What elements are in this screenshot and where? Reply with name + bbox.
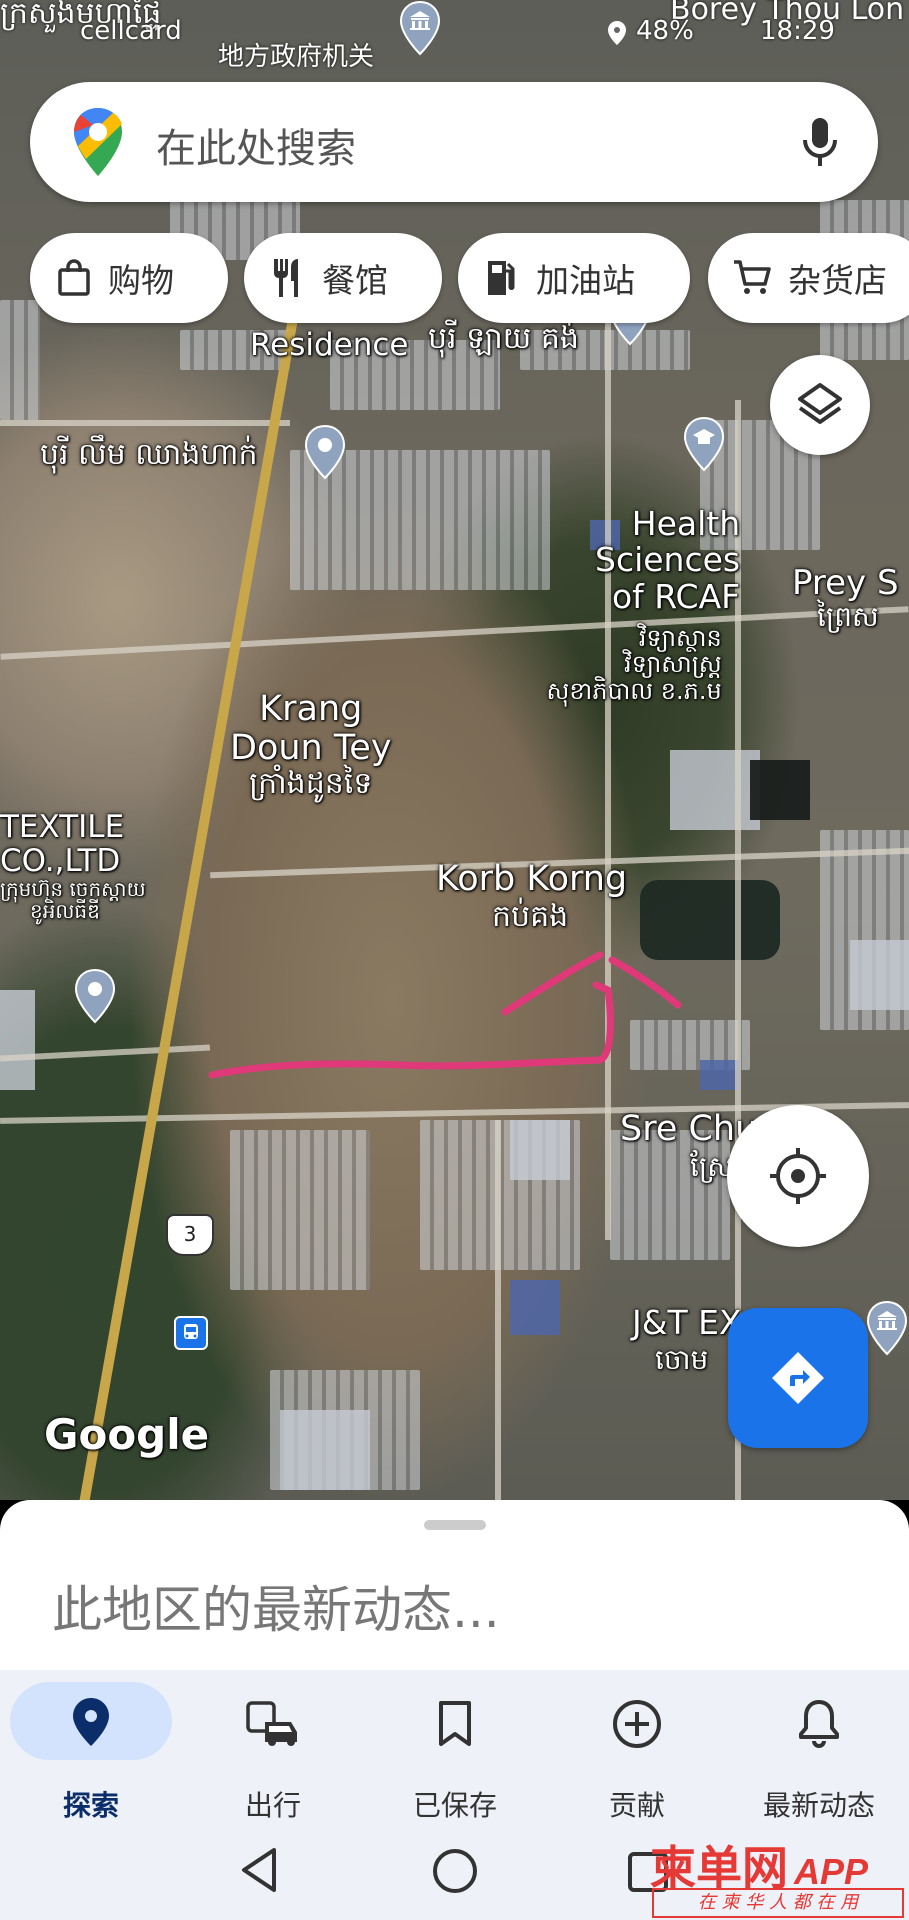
chip-grocery[interactable]: 杂货店: [708, 233, 909, 323]
nav-saved-label: 已保存: [412, 1789, 497, 1822]
shopping-bag-icon: [58, 259, 90, 296]
bell-icon: [799, 1700, 839, 1748]
nav-go-label: 出行: [244, 1789, 301, 1822]
chip-gas-stations-label: 加油站: [536, 261, 635, 300]
explore-pin-icon: [73, 1698, 109, 1746]
directions-button[interactable]: [728, 1308, 868, 1448]
map-label-textile-km: ក្រុមហ៊ុន ចេកស្ដាយ: [0, 877, 146, 902]
map-label-krang-line: Doun Tey: [230, 727, 392, 768]
map-label-health-line: of RCAF: [611, 576, 741, 616]
map-label-prey-line: Prey S: [792, 563, 899, 603]
place-pin-icon[interactable]: [303, 424, 347, 480]
map-label-textile-line: CO.,LTD: [0, 843, 121, 880]
bottom-sheet[interactable]: 此地区的最新动态...: [0, 1500, 909, 1670]
search-bar[interactable]: 在此处搜索: [30, 82, 878, 202]
nav-go[interactable]: 出行: [182, 1682, 364, 1822]
map-label-krang: Krang Doun Tey ក្រាំងដូនទៃ: [230, 690, 392, 800]
status-battery: 48%: [636, 16, 694, 46]
map-label-health: Health Sciences of RCAF: [595, 504, 741, 616]
map-label-korb: Korb Korng: [436, 859, 628, 899]
chip-shopping[interactable]: 购物: [30, 233, 228, 323]
add-circle-icon: [613, 1700, 661, 1748]
map-label-textile-km: ខូអិលធីឌី: [30, 899, 100, 924]
nav-updates-label: 最新动态: [762, 1789, 875, 1822]
layers-icon: [798, 383, 842, 424]
home-icon[interactable]: [432, 1848, 478, 1894]
place-pin-icon[interactable]: [73, 968, 117, 1024]
nav-explore[interactable]: 探索: [0, 1682, 182, 1822]
chip-grocery-label: 杂货店: [788, 261, 887, 300]
government-pin-icon[interactable]: [865, 1300, 909, 1356]
nav-saved[interactable]: 已保存: [364, 1682, 546, 1822]
watermark: 柬单网 APP 在 柬 华 人 都 在 用: [650, 1832, 905, 1920]
watermark-app-text: APP: [794, 1851, 869, 1892]
chip-restaurants-label: 餐馆: [322, 261, 388, 300]
fork-knife-icon: [274, 259, 298, 297]
cart-icon: [734, 260, 771, 294]
gas-pump-icon: [488, 261, 515, 295]
nav-contribute-label: 贡献: [608, 1789, 665, 1822]
back-icon[interactable]: [238, 1846, 282, 1894]
status-top-label-cn: 地方政府机关: [218, 42, 375, 72]
crosshair-icon: [770, 1148, 826, 1204]
my-location-button[interactable]: [727, 1105, 869, 1247]
status-carrier: cellcard: [80, 16, 182, 46]
annotation-drawing: [208, 951, 682, 1079]
university-pin-icon[interactable]: [682, 416, 726, 472]
search-placeholder: 在此处搜索: [156, 126, 356, 172]
status-time: 18:29: [760, 16, 835, 46]
map-label-borey-leum: បុរី លឹម ឈាងហាក់: [40, 437, 258, 472]
chip-gas-stations[interactable]: 加油站: [458, 233, 690, 323]
route-3-number: 3: [183, 1222, 197, 1246]
nav-contribute[interactable]: 贡献: [546, 1682, 728, 1822]
watermark-main-text: 柬单网: [650, 1841, 788, 1895]
sheet-title: 此地区的最新动态...: [52, 1581, 500, 1639]
map-label-textile: TEXTILE CO.,LTD ក្រុមហ៊ុន ចេកស្ដាយ ខូអិល…: [0, 810, 146, 922]
route-3-shield: 3: [166, 1214, 214, 1256]
location-status-icon: [608, 21, 626, 45]
map-label-health-km-line: សុខាភិបាល ខ.ភ.ម: [546, 676, 722, 705]
google-logo: Google: [44, 1410, 210, 1459]
directions-icon: [772, 1352, 824, 1404]
annotation-stroke: [208, 951, 682, 1079]
map-label-health-km-line: វិទ្យាសាស្ត្រ: [624, 650, 722, 679]
watermark-sub: 在 柬 华 人 都 在 用: [652, 1888, 904, 1918]
nav-explore-label: 探索: [62, 1789, 119, 1822]
map-label-krang-line: Krang: [259, 689, 363, 729]
nav-updates[interactable]: 最新动态: [728, 1682, 909, 1822]
map-label-health-km: វិទ្យាស្ថាន វិទ្យាសាស្ត្រ សុខាភិបាល ខ.ភ.…: [540, 624, 722, 705]
map-label-residence-km: បុរី ឡាយ គង់: [428, 321, 579, 356]
status-bar: ក្រសួងមហាផ្ទៃ cellcard 地方政府机关 Borey Thou…: [0, 0, 909, 72]
map-label-textile-line: TEXTILE: [0, 809, 125, 845]
chip-shopping-label: 购物: [108, 261, 174, 300]
bottom-navigation: 探索 出行 已保存 贡献 最新动态: [0, 1670, 909, 1822]
map-label-jt-km: ចោម: [655, 1343, 709, 1376]
map-label-health-line: Sciences: [595, 540, 741, 580]
map-label-prey: Prey S ព្រៃស: [792, 563, 899, 634]
sheet-drag-handle[interactable]: [424, 1520, 486, 1530]
map-label-residence: Residence: [250, 327, 409, 363]
layers-button[interactable]: [770, 355, 870, 455]
bus-stop-icon[interactable]: [174, 1316, 208, 1350]
map-label-health-km-line: វិទ្យាស្ថាន: [638, 624, 722, 652]
map-label-prey-km: ព្រៃស: [817, 600, 879, 634]
bookmark-icon: [439, 1701, 471, 1746]
commute-icon: [246, 1701, 297, 1746]
chip-restaurants[interactable]: 餐馆: [244, 233, 442, 323]
microphone-icon[interactable]: [800, 114, 840, 170]
map-label-health-line: Health: [631, 504, 741, 543]
map-label-jt: J&T EX: [632, 1303, 742, 1342]
map-label-krang-km: ក្រាំងដូនទៃ: [249, 766, 373, 801]
satellite-map[interactable]: Residence បុរី ឡាយ គង់ បុរី លឹម ឈាងហាក់ …: [0, 0, 909, 1500]
map-label-korb-km: កប់គង: [492, 899, 569, 934]
google-maps-logo-icon: [74, 108, 122, 176]
